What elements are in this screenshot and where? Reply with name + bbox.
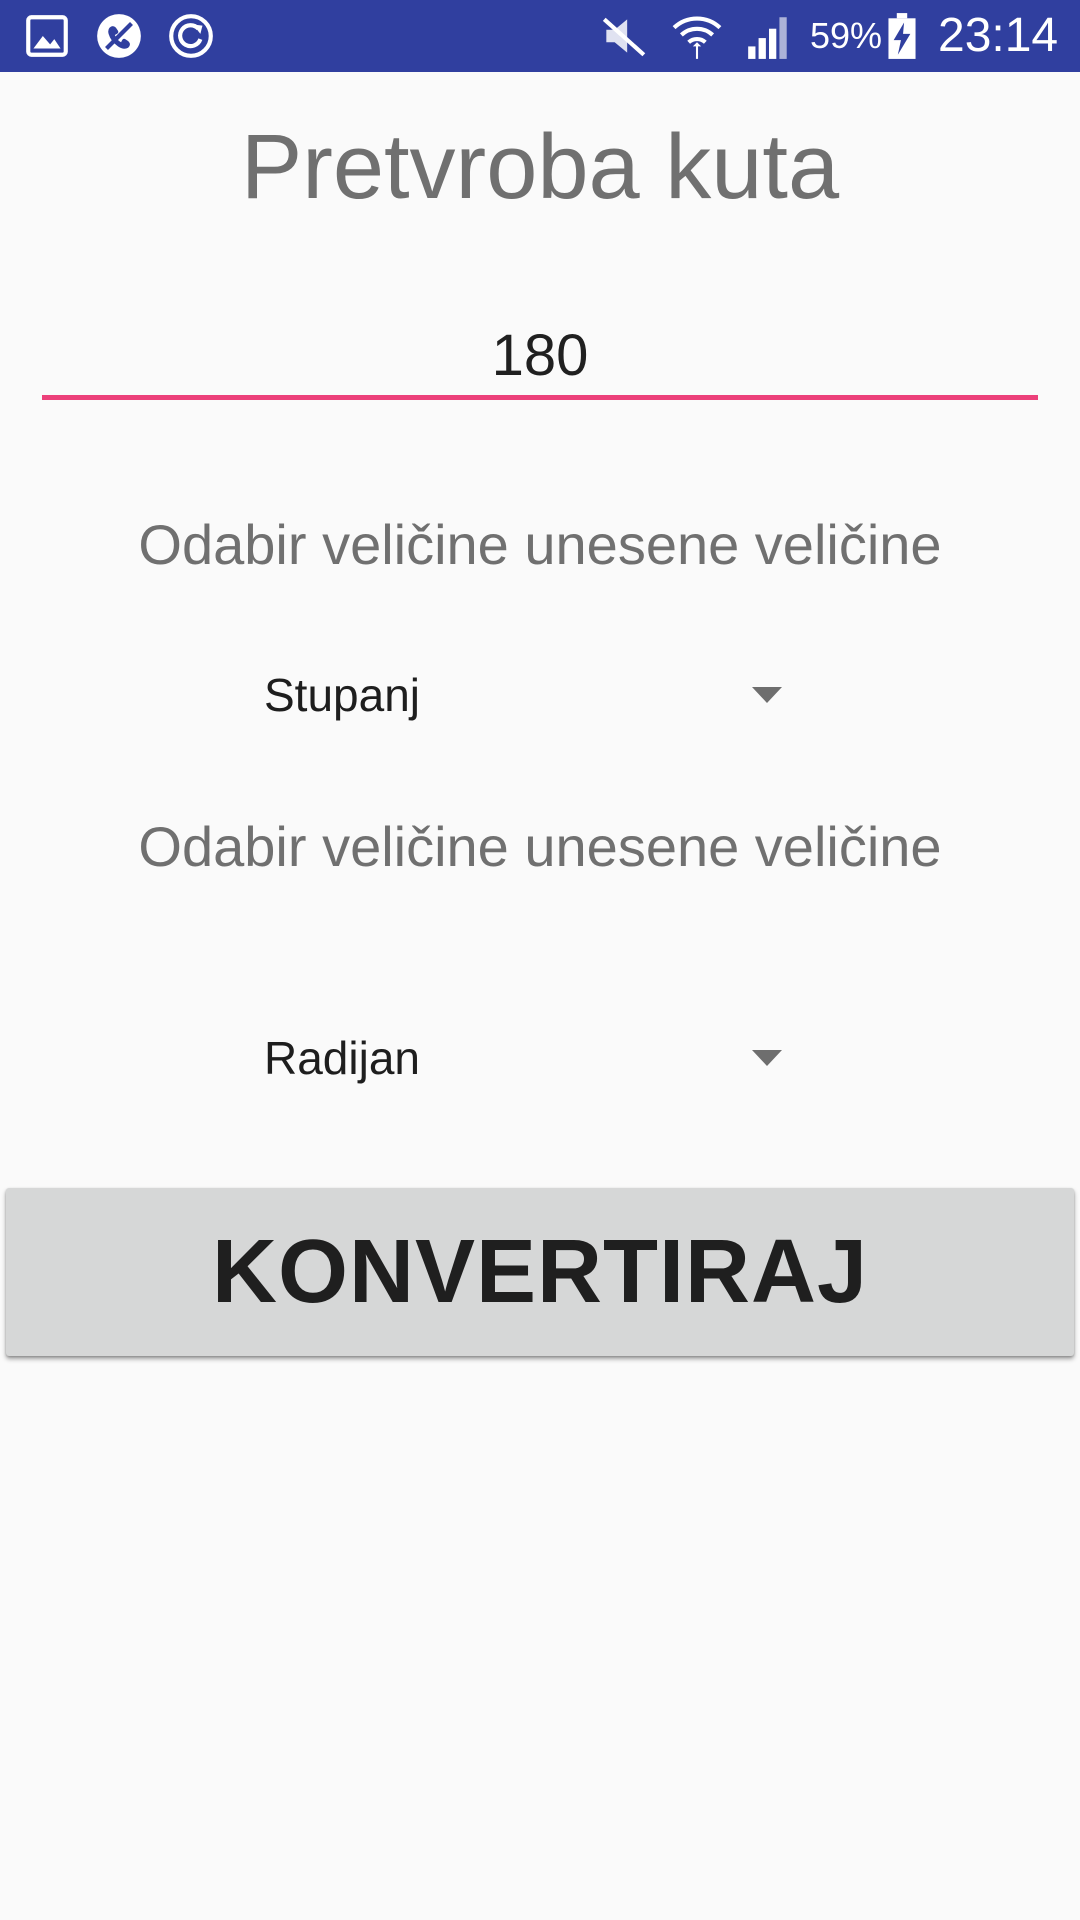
- from-unit-selected: Stupanj: [264, 669, 421, 721]
- dropdown-arrow-icon: [752, 1050, 782, 1066]
- mute-icon: [598, 11, 648, 61]
- to-unit-label: Odabir veličine unesene veličine: [138, 815, 942, 878]
- status-bar: 59% 23:14: [0, 0, 1080, 72]
- to-unit-selected: Radijan: [264, 1032, 420, 1084]
- page-title: Pretvroba kuta: [240, 116, 840, 218]
- battery-percent: 59%: [810, 15, 883, 56]
- to-unit-spinner[interactable]: Radijan: [262, 1013, 798, 1103]
- wifi-icon: [672, 11, 722, 61]
- from-unit-label: Odabir veličine unesene veličine: [138, 513, 942, 576]
- clock: 23:14: [938, 9, 1059, 62]
- call-blocked-icon: [94, 11, 144, 61]
- signal-icon: [744, 11, 794, 61]
- battery-charging-icon: [884, 11, 920, 61]
- dropdown-arrow-icon: [752, 687, 782, 703]
- from-unit-spinner[interactable]: Stupanj: [262, 650, 798, 740]
- angle-value-input[interactable]: [42, 315, 1038, 400]
- gallery-icon: [22, 11, 72, 61]
- sync-icon: [166, 11, 216, 61]
- convert-button[interactable]: KONVERTIRAJ: [6, 1188, 1074, 1356]
